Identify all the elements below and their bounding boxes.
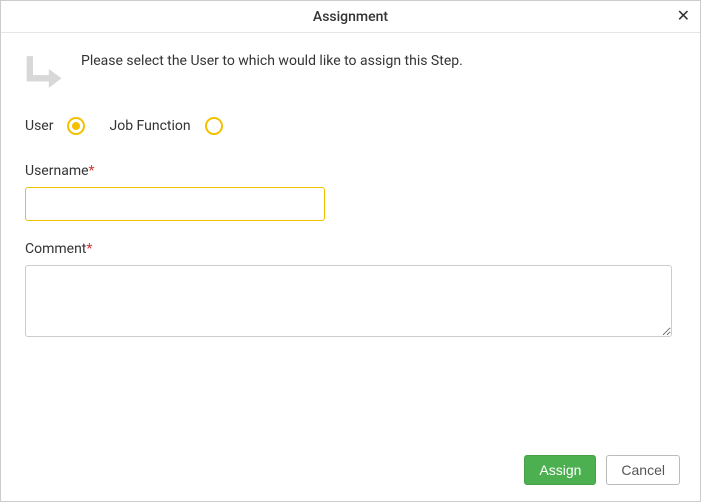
comment-field-group: Comment*: [25, 241, 676, 341]
username-field-group: Username*: [25, 163, 676, 221]
radio-label-user: User: [25, 118, 53, 134]
close-button[interactable]: ✕: [677, 9, 690, 25]
username-label-text: Username: [25, 163, 89, 179]
required-mark: *: [89, 163, 95, 179]
assignment-dialog: Assignment ✕ Please select the User to w…: [0, 0, 701, 502]
intro-row: Please select the User to which would li…: [25, 53, 676, 93]
dialog-footer: Assign Cancel: [1, 443, 700, 501]
comment-label: Comment*: [25, 241, 676, 257]
username-label: Username*: [25, 163, 676, 179]
assign-button[interactable]: Assign: [524, 455, 596, 485]
dialog-header: Assignment ✕: [1, 1, 700, 33]
username-input[interactable]: [25, 187, 325, 221]
intro-text: Please select the User to which would li…: [81, 53, 463, 69]
cancel-button[interactable]: Cancel: [606, 455, 680, 485]
close-icon: ✕: [677, 8, 690, 25]
assign-type-radio-group: User Job Function: [25, 117, 676, 135]
radio-user[interactable]: [67, 117, 85, 135]
comment-label-text: Comment: [25, 241, 86, 257]
dialog-title: Assignment: [313, 9, 388, 25]
comment-textarea[interactable]: [25, 265, 672, 337]
assign-arrow-icon: [25, 53, 65, 93]
required-mark: *: [86, 241, 92, 257]
dialog-body: Please select the User to which would li…: [1, 33, 700, 443]
radio-label-job-function: Job Function: [109, 118, 190, 134]
radio-job-function[interactable]: [205, 117, 223, 135]
